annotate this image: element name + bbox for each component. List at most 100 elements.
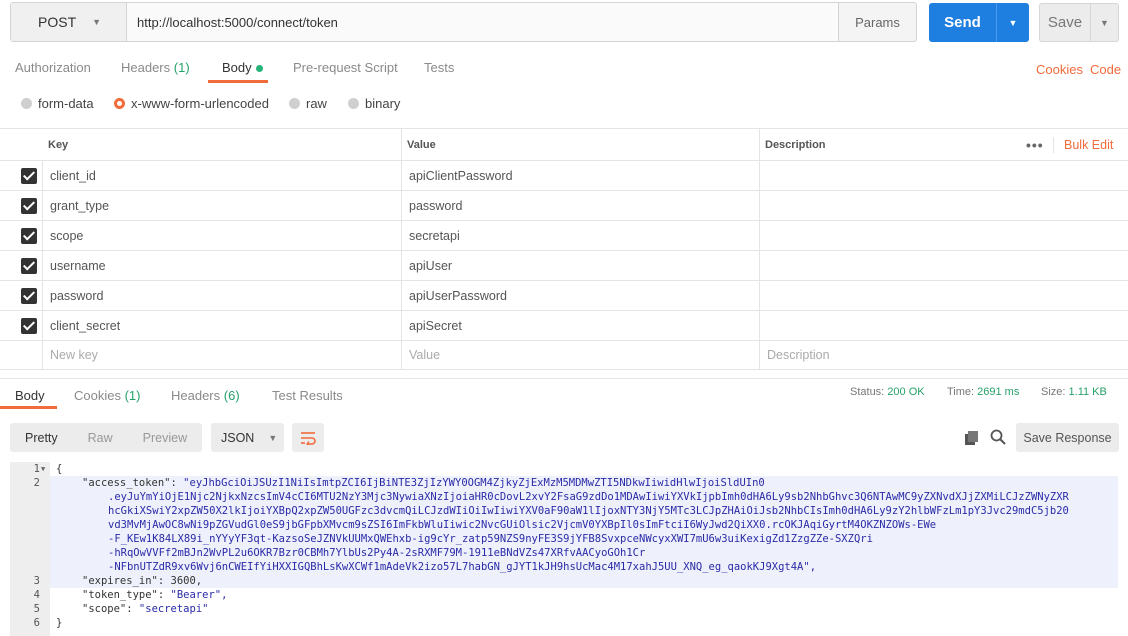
tab-tests[interactable]: Tests [424,60,454,75]
bulk-edit-link[interactable]: Bulk Edit [1064,129,1113,161]
send-label[interactable]: Send [929,3,996,42]
size-readout: Size: 1.11 KB [1041,386,1107,398]
radio-circle[interactable] [21,98,32,109]
new-key-input[interactable]: New key [50,341,98,369]
param-key[interactable]: password [50,281,104,310]
chevron-down-icon: ▼ [268,432,278,443]
table-row: password apiUserPassword [0,280,1128,310]
save-response-button[interactable]: Save Response [1016,423,1119,452]
code-line: } [56,617,63,629]
param-key[interactable]: client_id [50,161,96,190]
line-number: 4 [33,589,40,601]
line-number: 2 [33,477,40,489]
tab-headers[interactable]: Headers (1) [121,60,190,75]
code-line: vd3MvMjAwOC8wNi9pZGVudGl0eS9jbGFpbXMvcm9… [108,519,937,531]
preview-button[interactable]: Preview [128,423,202,452]
param-value[interactable]: apiUser [409,251,452,280]
wrap-lines-button[interactable] [292,423,324,452]
table-row: client_secret apiSecret [0,310,1128,340]
table-header: Key Value Description ••• Bulk Edit [0,128,1128,160]
code-line: "expires_in": 3600, [82,575,203,587]
response-tab-body[interactable]: Body [15,388,45,403]
wrap-icon [301,431,316,445]
row-checkbox[interactable] [21,228,37,244]
row-checkbox[interactable] [21,318,37,334]
code-line: -hRqOwVVFf2mBJn2WvPL2u6OKR7Bzr0CBMh7YlbU… [108,547,646,559]
row-checkbox[interactable] [21,198,37,214]
code-line: hcGkiXSwiY2xpZW50X2lkIjoiYXBpQ2xpZW50UGF… [108,505,1069,517]
code-line: "token_type": "Bearer", [82,589,228,601]
param-value[interactable]: apiUserPassword [409,281,507,310]
line-number: 1 [33,463,40,475]
save-button[interactable]: Save ▼ [1039,3,1119,42]
radio-form-data[interactable]: form-data [21,96,94,111]
method-label: POST [38,14,77,30]
status-readout: Status: 200 OK [850,386,925,398]
radio-circle[interactable] [289,98,300,109]
table-row: scope secretapi [0,220,1128,250]
new-description-input[interactable]: Description [767,341,830,369]
copy-icon[interactable] [964,430,980,446]
url-input[interactable]: http://localhost:5000/connect/token [127,3,838,41]
more-options-icon[interactable]: ••• [1026,129,1044,161]
code-link[interactable]: Code [1090,62,1121,77]
column-header-key: Key [48,138,69,151]
radio-circle[interactable] [348,98,359,109]
send-button[interactable]: Send ▼ [929,3,1029,42]
send-dropdown-icon[interactable]: ▼ [996,3,1029,42]
param-value[interactable]: apiClientPassword [409,161,513,190]
row-checkbox[interactable] [21,168,37,184]
status-value: 200 OK [887,386,925,398]
request-bar: POST ▼ http://localhost:5000/connect/tok… [10,2,917,42]
table-row: client_id apiClientPassword [0,160,1128,190]
radio-x-www-form-urlencoded[interactable]: x-www-form-urlencoded [114,96,269,111]
radio-circle-selected[interactable] [114,98,125,109]
param-key[interactable]: scope [50,221,83,250]
table-row: grant_type password [0,190,1128,220]
table-row: username apiUser [0,250,1128,280]
column-header-value: Value [407,138,436,151]
code-line: .eyJuYmYiOjE1Njc2NjkxNzcsImV4cCI6MTU2NzY… [108,491,1069,503]
new-value-input[interactable]: Value [409,341,440,369]
code-line: -NFbnUTZdR9xv6Wvj6nCWEIfYiHXXIGQBhLsKwXC… [108,561,817,573]
row-checkbox[interactable] [21,288,37,304]
params-button[interactable]: Params [838,3,916,41]
param-value[interactable]: password [409,191,463,220]
save-label[interactable]: Save [1040,4,1090,41]
fold-arrow-icon[interactable]: ▼ [41,465,45,473]
save-dropdown-icon[interactable]: ▼ [1090,4,1118,41]
line-number: 6 [33,617,40,629]
tab-pre-request-script[interactable]: Pre-request Script [293,60,398,75]
param-key[interactable]: grant_type [50,191,109,220]
size-value: 1.11 KB [1068,386,1107,398]
method-select[interactable]: POST ▼ [11,3,127,41]
param-key[interactable]: client_secret [50,311,120,340]
cookies-link[interactable]: Cookies [1036,62,1083,77]
search-icon[interactable] [990,429,1006,445]
tab-authorization[interactable]: Authorization [15,60,91,75]
response-tab-test-results[interactable]: Test Results [272,388,343,403]
active-tab-indicator [208,80,268,83]
format-select[interactable]: JSON ▼ [211,423,284,452]
response-body-editor[interactable]: 1 ▼ 2 3 4 5 6 { "access_token": "eyJhbGc… [10,462,1118,636]
tab-body[interactable]: Body [222,60,263,75]
param-value[interactable]: apiSecret [409,311,462,340]
response-tab-headers[interactable]: Headers (6) [171,388,240,403]
response-active-tab-indicator [0,406,57,409]
row-checkbox[interactable] [21,258,37,274]
param-value[interactable]: secretapi [409,221,460,250]
radio-raw[interactable]: raw [289,96,327,111]
response-toolbar: Pretty Raw Preview [10,423,203,452]
response-tab-cookies[interactable]: Cookies (1) [74,388,140,403]
code-line: { [56,463,63,475]
column-header-description: Description [765,138,826,151]
raw-button[interactable]: Raw [73,423,128,452]
radio-binary[interactable]: binary [348,96,400,111]
code-line: "scope": "secretapi" [82,603,209,615]
line-number: 5 [33,603,40,615]
pretty-button[interactable]: Pretty [10,423,73,452]
code-line: -F_KEw1K84LX89i_nYYyYF3qt-KazsoSeJZNVkUU… [108,533,873,545]
time-readout: Time: 2691 ms [947,386,1020,398]
param-key[interactable]: username [50,251,106,280]
view-mode-group: Pretty Raw Preview [10,423,203,452]
